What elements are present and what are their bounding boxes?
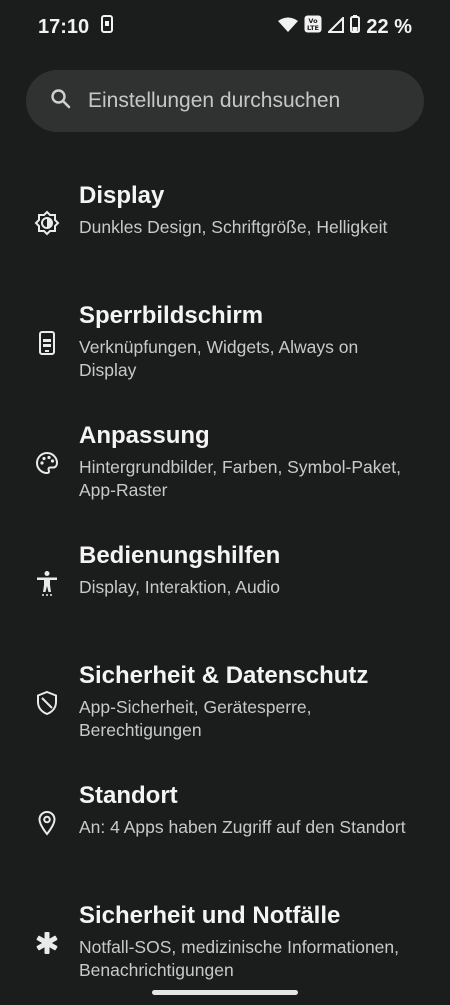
settings-item-subtitle: Verknüpfungen, Widgets, Always on Displa… [79,337,359,380]
location-icon [34,810,60,836]
settings-item-subtitle: Notfall-SOS, medizinische Informationen,… [79,937,399,980]
volte-icon: Vo LTE [304,15,322,39]
signal-icon [326,15,345,39]
settings-item-subtitle: Hintergrundbilder, Farben, Symbol-Paket,… [79,457,401,500]
gesture-navigation-handle[interactable] [152,990,298,995]
status-time: 17:10 [38,15,90,38]
display-icon [34,210,60,236]
settings-item-subtitle: Display, Interaktion, Audio [79,577,281,597]
settings-item-title: Sperrbildschirm [79,302,264,329]
settings-item-subtitle: App-Sicherheit, Gerätesperre, Berechtigu… [79,697,312,740]
settings-search-bar[interactable]: Einstellungen durchsuchen [26,70,424,132]
svg-text:LTE: LTE [307,24,319,32]
settings-item-title: Sicherheit & Datenschutz [79,662,369,689]
settings-item-title: Bedienungshilfen [79,542,281,569]
settings-item-title: Anpassung [79,422,210,449]
lockscreen-icon [34,330,60,356]
settings-item-lockscreen[interactable]: Sperrbildschirm Verknüpfungen, Widgets, … [0,280,450,400]
emergency-icon [34,930,60,956]
settings-item-location[interactable]: Standort An: 4 Apps haben Zugriff auf de… [0,760,450,880]
screenshot-notification-icon [101,15,114,39]
settings-item-subtitle: Dunkles Design, Schriftgröße, Helligkeit [79,217,388,237]
settings-item-title: Standort [79,782,178,809]
settings-item-security-privacy[interactable]: Sicherheit & Datenschutz App-Sicherheit,… [0,640,450,760]
settings-item-subtitle: An: 4 Apps haben Zugriff auf den Standor… [79,817,406,837]
search-icon [50,88,72,115]
settings-item-title: Sicherheit und Notfälle [79,902,341,929]
settings-item-title: Display [79,182,165,209]
status-bar: 17:10 Vo LTE 22 % [0,0,450,54]
accessibility-icon [34,570,60,596]
wifi-icon [278,16,299,39]
battery-icon [350,15,361,39]
battery-percentage: 22 % [366,15,412,38]
shield-icon [34,690,60,716]
palette-icon [34,450,60,476]
search-placeholder: Einstellungen durchsuchen [88,89,341,112]
settings-item-accessibility[interactable]: Bedienungshilfen Display, Interaktion, A… [0,520,450,640]
settings-list: Display Dunkles Design, Schriftgröße, He… [0,160,450,1000]
settings-item-safety-emergency[interactable]: Sicherheit und Notfälle Notfall-SOS, med… [0,880,450,1000]
settings-item-customization[interactable]: Anpassung Hintergrundbilder, Farben, Sym… [0,400,450,520]
settings-item-display[interactable]: Display Dunkles Design, Schriftgröße, He… [0,160,450,280]
